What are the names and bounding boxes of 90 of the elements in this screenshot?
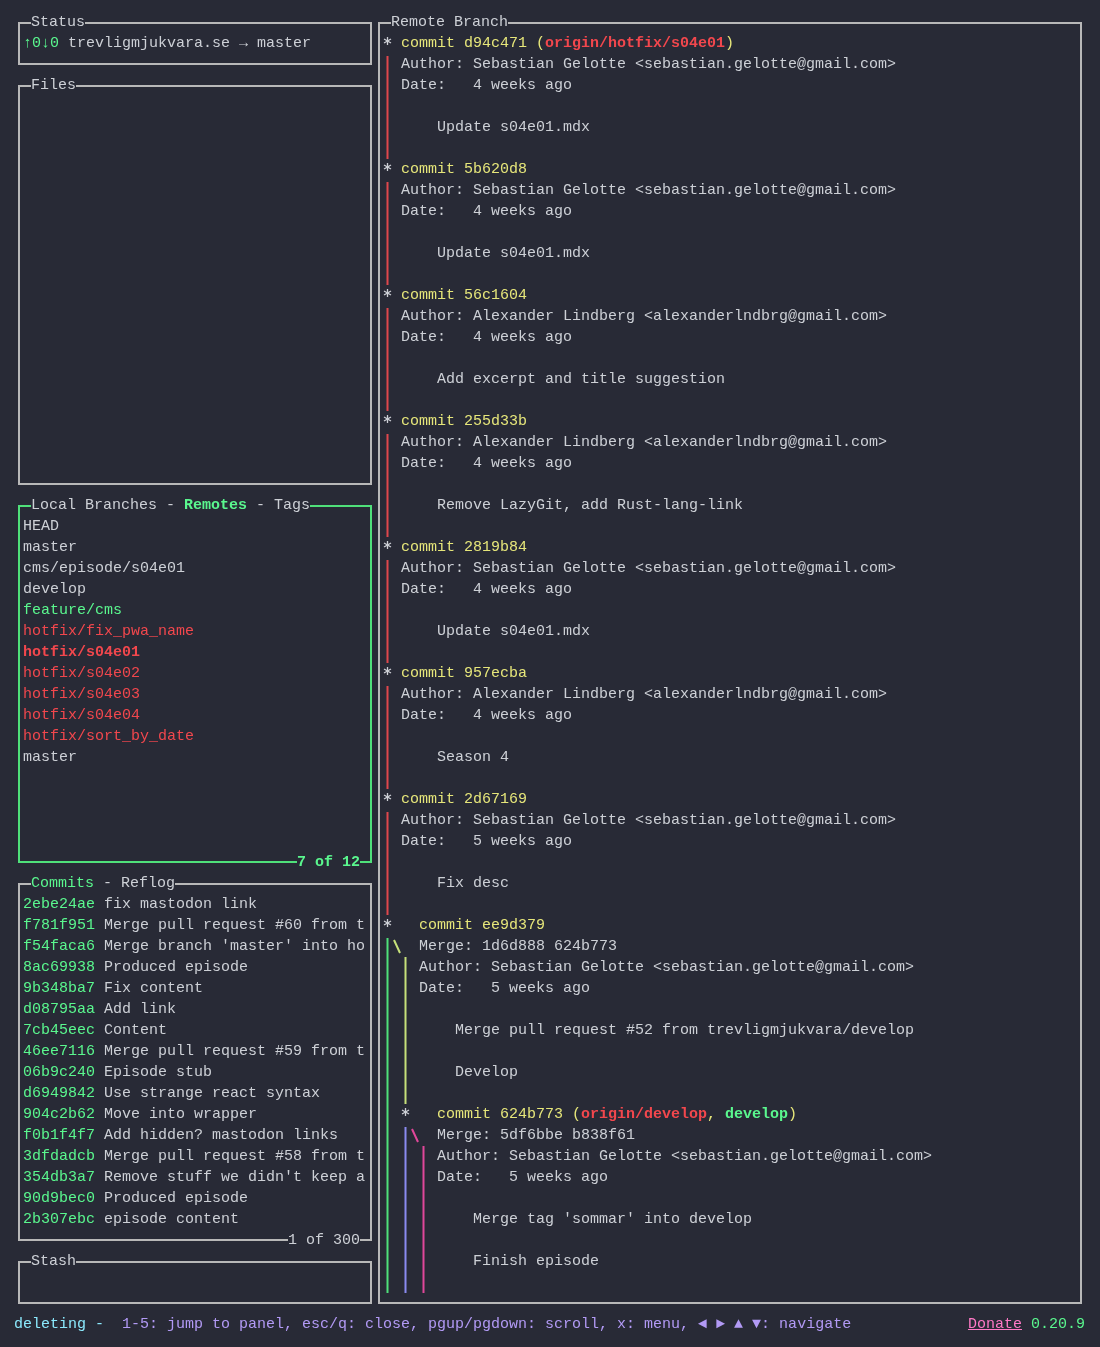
commit-row[interactable]: 2ebe24ae fix mastodon link (23, 894, 370, 915)
date-line: Date: 4 weeks ago (401, 706, 574, 726)
date-line: Date: 4 weeks ago (401, 328, 574, 348)
commit-message: Update s04e01.mdx (436, 118, 592, 138)
branch-item[interactable]: hotfix/s04e03 (23, 684, 370, 705)
branch-item[interactable]: hotfix/s04e01 (23, 642, 370, 663)
branch-item[interactable]: hotfix/fix_pwa_name (23, 621, 370, 642)
commit-node-icon (383, 540, 392, 550)
branch-item[interactable]: hotfix/s04e04 (23, 705, 370, 726)
separator-text: - (103, 874, 113, 894)
commit-header: commit 957ecba (401, 664, 529, 684)
commit-message: Finish episode (472, 1252, 601, 1272)
commit-header: commit d94c471 (origin/hotfix/s04e01) (401, 34, 736, 54)
commit-node-icon (401, 1107, 410, 1117)
commit-row[interactable]: 9b348ba7 Fix content (23, 978, 370, 999)
separator-text: - (166, 496, 176, 516)
merge-line: Merge: 1d6d888 624b773 (419, 937, 619, 957)
status-text: deleting - (14, 1315, 104, 1335)
commit-node-icon (383, 288, 392, 298)
repo-status: ↑0↓0 trevligmjukvara.se → master (23, 34, 313, 54)
version-text: 0.20.9 (1031, 1315, 1085, 1335)
panel-tab[interactable]: Tags (274, 495, 311, 516)
commit-header: commit 2819b84 (401, 538, 529, 558)
branch-item[interactable]: feature/cms (23, 600, 370, 621)
author-line: Author: Alexander Lindberg <alexanderlndbrg@gmail.com> (401, 433, 888, 453)
author-line: Author: Sebastian Gelotte <sebastian.gelotte@gmail.com> (419, 958, 915, 978)
commit-message: Fix desc (436, 874, 510, 894)
author-line: Author: Sebastian Gelotte <sebastian.gelotte@gmail.com> (437, 1147, 933, 1167)
commit-message: Add excerpt and title suggestion (436, 370, 727, 390)
date-line: Date: 4 weeks ago (401, 76, 574, 96)
commit-row[interactable]: 2b307ebc episode content (23, 1209, 370, 1230)
commit-node-icon (383, 414, 392, 424)
commit-row[interactable]: 46ee7116 Merge pull request #59 from t (23, 1041, 370, 1062)
date-line: Date: 4 weeks ago (401, 580, 574, 600)
author-line: Author: Alexander Lindberg <alexanderlndbrg@gmail.com> (401, 307, 888, 327)
date-line: Date: 5 weeks ago (419, 979, 592, 999)
commit-row[interactable]: f781f951 Merge pull request #60 from t (23, 915, 370, 936)
donate-link[interactable]: Donate (967, 1314, 1022, 1335)
commit-row[interactable]: 904c2b62 Move into wrapper (23, 1104, 370, 1125)
branch-item[interactable]: master (23, 747, 370, 768)
commit-message: Merge pull request #52 from trevligmjukvara/develop (454, 1021, 915, 1041)
date-line: Date: 4 weeks ago (401, 454, 574, 474)
commit-header: commit ee9d379 (419, 916, 547, 936)
commit-row[interactable]: 06b9c240 Episode stub (23, 1062, 370, 1083)
commit-row[interactable]: 90d9bec0 Produced episode (23, 1188, 370, 1209)
commit-row[interactable]: 8ac69938 Produced episode (23, 957, 370, 978)
commit-header: commit 255d33b (401, 412, 529, 432)
commit-row[interactable]: d08795aa Add link (23, 999, 370, 1020)
panel-tab[interactable]: Remotes (184, 495, 248, 516)
commit-row[interactable]: 3dfdadcb Merge pull request #58 from t (23, 1146, 370, 1167)
merge-line: Merge: 5df6bbe b838f61 (437, 1126, 637, 1146)
panel-tab[interactable]: Reflog (121, 873, 176, 894)
date-line: Date: 4 weeks ago (401, 202, 574, 222)
branch-item[interactable]: cms/episode/s04e01 (23, 558, 370, 579)
commit-message: Update s04e01.mdx (436, 622, 592, 642)
branch-item[interactable]: hotfix/s04e02 (23, 663, 370, 684)
commit-node-icon (383, 36, 392, 46)
commit-row[interactable]: f0b1f4f7 Add hidden? mastodon links (23, 1125, 370, 1146)
commit-message: Develop (454, 1063, 519, 1083)
commit-row[interactable]: f54faca6 Merge branch 'master' into ho (23, 936, 370, 957)
author-line: Author: Sebastian Gelotte <sebastian.gelotte@gmail.com> (401, 55, 897, 75)
branch-item[interactable]: hotfix/sort_by_date (23, 726, 370, 747)
author-line: Author: Alexander Lindberg <alexanderlndbrg@gmail.com> (401, 685, 888, 705)
branch-item[interactable]: master (23, 537, 370, 558)
commit-header: commit 5b620d8 (401, 160, 529, 180)
panel-tab[interactable]: Local Branches (31, 495, 158, 516)
commit-node-icon (383, 162, 392, 172)
commit-message: Update s04e01.mdx (436, 244, 592, 264)
date-line: Date: 5 weeks ago (437, 1168, 610, 1188)
commit-message: Season 4 (436, 748, 510, 768)
commit-row[interactable]: 354db3a7 Remove stuff we didn't keep a (23, 1167, 370, 1188)
commit-header: commit 2d67169 (401, 790, 529, 810)
commit-row[interactable]: 7cb45eec Content (23, 1020, 370, 1041)
commit-header: commit 56c1604 (401, 286, 529, 306)
panel-tab[interactable]: Commits (31, 873, 94, 894)
commit-header: commit 624b773 (origin/develop, develop) (437, 1105, 799, 1125)
author-line: Author: Sebastian Gelotte <sebastian.gelotte@gmail.com> (401, 811, 897, 831)
commit-row[interactable]: d6949842 Use strange react syntax (23, 1083, 370, 1104)
date-line: Date: 5 weeks ago (401, 832, 574, 852)
branch-item[interactable]: develop (23, 579, 370, 600)
commit-node-icon (383, 918, 392, 928)
keybinding-hints: 1-5: jump to panel, esc/q: close, pgup/pgdown: scroll, x: menu, ◄ ► ▲ ▼: navigate (122, 1315, 852, 1335)
author-line: Author: Sebastian Gelotte <sebastian.gelotte@gmail.com> (401, 559, 897, 579)
commit-message: Merge tag 'sommar' into develop (472, 1210, 754, 1230)
commit-node-icon (383, 792, 392, 802)
author-line: Author: Sebastian Gelotte <sebastian.gelotte@gmail.com> (401, 181, 897, 201)
separator-text: - (256, 496, 266, 516)
branch-item[interactable]: HEAD (23, 516, 370, 537)
commit-node-icon (383, 666, 392, 676)
commit-message: Remove LazyGit, add Rust-lang-link (436, 496, 745, 516)
